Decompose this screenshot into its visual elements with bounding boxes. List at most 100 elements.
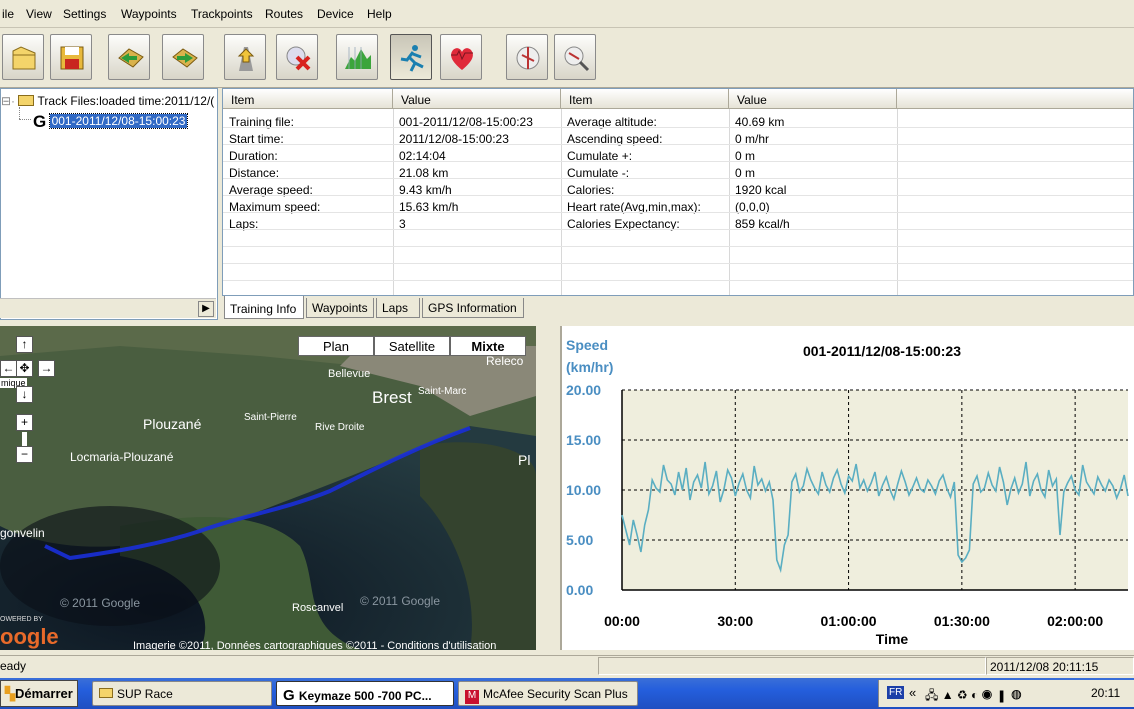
chart-title: 001-2011/12/08-15:00:23 bbox=[803, 343, 961, 359]
status-panel bbox=[598, 657, 986, 675]
open-button[interactable] bbox=[2, 34, 44, 80]
start-button[interactable]: ▚Démarrer bbox=[0, 680, 78, 707]
col-header-value-2[interactable]: Value bbox=[729, 89, 897, 109]
zoom-slider-track[interactable] bbox=[22, 432, 27, 446]
status-text: eady bbox=[0, 659, 27, 673]
scroll-right-icon[interactable]: ▶ bbox=[198, 301, 214, 317]
save-button[interactable] bbox=[50, 34, 92, 80]
status-datetime: 2011/12/08 20:11:15 bbox=[986, 657, 1134, 675]
tab-waypoints[interactable]: Waypoints bbox=[306, 298, 374, 318]
tree-item-track[interactable]: G 001-2011/12/08-15:00:23 bbox=[33, 112, 189, 132]
x-tick-label: 30:00 bbox=[717, 613, 753, 629]
map-label: Locmaria-Plouzané bbox=[70, 450, 174, 464]
map-watermark: © 2011 Google bbox=[60, 596, 141, 610]
google-logo[interactable]: oogle bbox=[0, 624, 59, 650]
grid-row-line bbox=[223, 144, 1133, 145]
map-label: Saint-Pierre bbox=[244, 412, 297, 423]
status-bar: eady 2011/12/08 20:11:15 bbox=[0, 655, 1134, 675]
tab-laps[interactable]: Laps bbox=[376, 298, 420, 318]
pan-down-button[interactable]: ↓ bbox=[16, 386, 33, 403]
folder-icon bbox=[99, 688, 113, 698]
forward-button[interactable] bbox=[162, 34, 204, 80]
save-icon bbox=[60, 46, 84, 70]
training-info-grid: Item Value Item Value Training file: 001-… bbox=[222, 88, 1134, 296]
system-tray: FR « 🖧 ▲ ♻ ◐ ◉ ▮ ◍ 20:11 bbox=[878, 680, 1134, 707]
tray-icons[interactable]: 🖧 ▲ ♻ ◐ ◉ ▮ ◍ bbox=[925, 686, 1022, 707]
tree-hscrollbar[interactable]: ▶ bbox=[0, 298, 216, 318]
menu-settings[interactable]: Settings bbox=[63, 7, 106, 21]
pan-left-button[interactable]: ← bbox=[0, 360, 17, 377]
zoom-map-button[interactable] bbox=[554, 34, 596, 80]
x-tick-label: 00:00 bbox=[604, 613, 640, 629]
zoom-in-button[interactable]: + bbox=[16, 414, 33, 431]
col-header-item-2[interactable]: Item bbox=[561, 89, 729, 109]
tree-expander-icon[interactable]: ⊟· bbox=[1, 94, 15, 108]
mcafee-icon: M bbox=[465, 690, 479, 704]
tree-connector bbox=[19, 119, 31, 120]
map-type-plan[interactable]: Plan bbox=[298, 336, 374, 356]
track-g-icon: G bbox=[33, 112, 47, 131]
zoom-out-button[interactable]: − bbox=[16, 446, 33, 463]
altitude-button[interactable] bbox=[336, 34, 378, 80]
grid-line bbox=[897, 109, 898, 295]
menu-view[interactable]: View bbox=[26, 7, 52, 21]
x-tick-label: 01:00:00 bbox=[821, 613, 877, 629]
tray-clock[interactable]: 20:11 bbox=[1091, 686, 1120, 700]
map-type-satellite[interactable]: Satellite bbox=[374, 336, 450, 356]
tray-expand-icon[interactable]: « bbox=[909, 685, 916, 700]
zoom-globe-icon bbox=[564, 46, 590, 72]
tree-root[interactable]: ⊟· Track Files:loaded time:2011/12/( bbox=[1, 94, 214, 108]
delete-button[interactable] bbox=[276, 34, 318, 80]
task-label: SUP Race bbox=[117, 687, 173, 701]
upload-button[interactable] bbox=[224, 34, 266, 80]
task-sup-race[interactable]: SUP Race bbox=[92, 681, 272, 706]
map-type-mixte[interactable]: Mixte bbox=[450, 336, 526, 356]
task-mcafee[interactable]: M McAfee Security Scan Plus bbox=[458, 681, 638, 706]
upload-icon bbox=[237, 47, 255, 71]
back-arrow-icon bbox=[118, 48, 144, 68]
y-tick-label: 5.00 bbox=[566, 532, 593, 548]
pan-up-button[interactable]: ↑ bbox=[16, 336, 33, 353]
col-header-item[interactable]: Item bbox=[223, 89, 393, 109]
map-button[interactable] bbox=[506, 34, 548, 80]
map-label: gonvelin bbox=[0, 526, 45, 540]
x-tick-label: 02:00:00 bbox=[1047, 613, 1103, 629]
tab-training-info[interactable]: Training Info bbox=[224, 296, 304, 319]
map-globe-icon bbox=[516, 46, 540, 70]
x-axis-label: Time bbox=[876, 631, 909, 647]
task-keymaze[interactable]: G Keymaze 500 -700 PC... bbox=[276, 681, 454, 706]
map-watermark: © 2011 Google bbox=[360, 594, 441, 608]
powered-by-label: OWERED BY bbox=[0, 616, 43, 623]
language-indicator[interactable]: FR bbox=[887, 686, 905, 699]
heart-rate-button[interactable] bbox=[440, 34, 482, 80]
speed-button[interactable] bbox=[390, 34, 432, 80]
menu-help[interactable]: Help bbox=[367, 7, 392, 21]
menu-device[interactable]: Device bbox=[317, 7, 354, 21]
toolbar bbox=[0, 28, 1134, 88]
pan-center-button[interactable]: ✥ bbox=[16, 360, 33, 377]
map-attribution[interactable]: Imagerie ©2011, Données cartographiques … bbox=[133, 640, 496, 650]
task-label: Keymaze 500 -700 PC... bbox=[298, 689, 432, 703]
menu-trackpoints[interactable]: Trackpoints bbox=[191, 7, 253, 21]
menu-waypoints[interactable]: Waypoints bbox=[121, 7, 177, 21]
map-label: Pl bbox=[518, 452, 531, 468]
delete-icon bbox=[286, 46, 311, 71]
info-tabs: Training Info Waypoints Laps GPS Informa… bbox=[222, 296, 1134, 320]
pan-right-button[interactable]: → bbox=[38, 360, 55, 377]
menu-bar: ile View Settings Waypoints Trackpoints … bbox=[0, 0, 1134, 28]
map-label: Brest bbox=[372, 388, 412, 407]
back-button[interactable] bbox=[108, 34, 150, 80]
grid-line bbox=[729, 109, 730, 295]
map-label: Plouzané bbox=[143, 416, 202, 432]
col-header-value[interactable]: Value bbox=[393, 89, 561, 109]
satellite-map[interactable]: Bellevue Brest Saint-Marc Le Releco Plou… bbox=[0, 326, 536, 650]
x-tick-label: 01:30:00 bbox=[934, 613, 990, 629]
tab-gps-information[interactable]: GPS Information bbox=[422, 298, 524, 318]
open-folder-icon bbox=[12, 46, 36, 70]
speed-chart: 20.00 15.00 10.00 5.00 0.00 00:00 30:00 01:00:0… bbox=[560, 326, 1134, 650]
y-tick-label: 10.00 bbox=[566, 482, 601, 498]
menu-file[interactable]: ile bbox=[2, 7, 14, 21]
forward-arrow-icon bbox=[172, 48, 198, 68]
y-tick-label: 15.00 bbox=[566, 432, 601, 448]
menu-routes[interactable]: Routes bbox=[265, 7, 303, 21]
